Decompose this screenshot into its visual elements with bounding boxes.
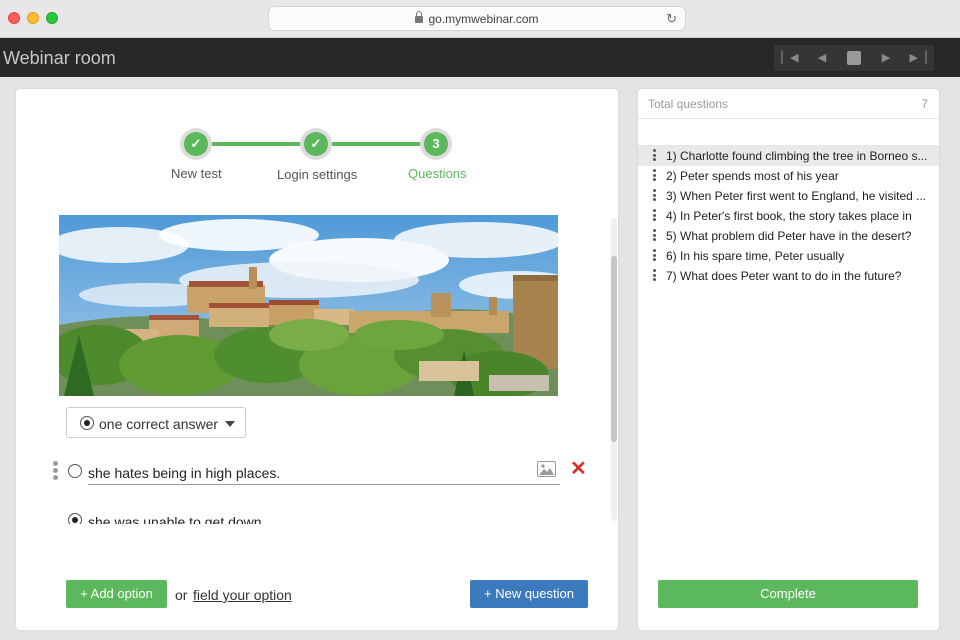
question-count: 7	[921, 97, 928, 111]
maximize-window-button[interactable]	[46, 12, 58, 24]
browser-toolbar: go.mymwebinar.com ↻	[0, 0, 960, 38]
stepper-connector	[332, 142, 422, 146]
chevron-down-icon	[225, 421, 235, 427]
question-list-item[interactable]: 3) When Peter first went to England, he …	[638, 186, 939, 206]
reload-icon[interactable]: ↻	[666, 11, 677, 27]
drag-handle-icon[interactable]	[653, 209, 657, 223]
stepper-connector	[212, 142, 302, 146]
question-image	[59, 215, 558, 396]
option-radio[interactable]	[68, 464, 82, 478]
close-window-button[interactable]	[8, 12, 20, 24]
drag-handle-icon[interactable]	[653, 229, 657, 243]
question-list-item[interactable]: 6) In his spare time, Peter usually	[638, 246, 939, 266]
field-your-option-link[interactable]: field your option	[193, 587, 292, 603]
drag-handle-icon[interactable]	[53, 461, 59, 482]
answer-type-select[interactable]: one correct answer	[66, 407, 246, 438]
or-text: or	[175, 587, 188, 603]
radio-icon	[80, 416, 94, 430]
step-label: Login settings	[277, 167, 358, 182]
skip-forward-icon[interactable]: ▶▕	[908, 49, 928, 67]
skip-back-icon[interactable]: ▏◀	[780, 49, 800, 67]
question-title: 6) In his spare time, Peter usually	[666, 249, 845, 263]
option-underline	[88, 484, 560, 485]
step-new-test[interactable]: ✓	[180, 128, 212, 160]
new-question-button[interactable]: + New question	[470, 580, 588, 608]
previous-icon[interactable]: ◀	[812, 49, 832, 67]
address-bar[interactable]: go.mymwebinar.com ↻	[268, 6, 686, 31]
question-title: 4) In Peter's first book, the story take…	[666, 209, 912, 223]
page-title: Webinar room	[3, 48, 116, 68]
question-list-item[interactable]: 7) What does Peter want to do in the fut…	[638, 266, 939, 286]
question-title: 2) Peter spends most of his year	[666, 169, 839, 183]
url-text: go.mymwebinar.com	[428, 12, 539, 26]
question-title: 5) What problem did Peter have in the de…	[666, 229, 912, 243]
next-icon[interactable]: ▶	[876, 49, 896, 67]
scroll-mask	[40, 524, 610, 544]
presentation-controls: ▏◀ ◀ ▶ ▶▕	[774, 45, 934, 71]
question-title: 3) When Peter first went to England, he …	[666, 189, 927, 203]
drag-handle-icon[interactable]	[653, 169, 657, 183]
drag-handle-icon[interactable]	[653, 149, 657, 163]
questions-sidebar: Total questions 7 1) Charlotte found cli…	[638, 89, 939, 630]
complete-button[interactable]: Complete	[658, 580, 918, 608]
question-list-item[interactable]: 4) In Peter's first book, the story take…	[638, 206, 939, 226]
close-icon[interactable]: ✕	[570, 459, 587, 479]
sidebar-title: Total questions	[648, 97, 729, 111]
sidebar-header: Total questions 7	[638, 89, 939, 119]
drag-handle-icon[interactable]	[653, 189, 657, 203]
option-text-input[interactable]: she hates being in high places.	[88, 465, 280, 481]
step-number: 3	[424, 132, 448, 156]
question-list-item[interactable]: 1) Charlotte found climbing the tree in …	[638, 146, 939, 166]
question-title: 7) What does Peter want to do in the fut…	[666, 269, 902, 283]
add-option-button[interactable]: + Add option	[66, 580, 167, 608]
step-questions[interactable]: 3	[420, 128, 452, 160]
step-label: Questions	[408, 166, 467, 181]
step-login-settings[interactable]: ✓	[300, 128, 332, 160]
minimize-window-button[interactable]	[27, 12, 39, 24]
check-icon: ✓	[184, 132, 208, 156]
editor-scrollbar-thumb[interactable]	[611, 256, 617, 442]
stop-icon[interactable]	[844, 49, 864, 67]
lock-icon	[415, 11, 424, 23]
question-title: 1) Charlotte found climbing the tree in …	[666, 149, 928, 163]
drag-handle-icon[interactable]	[653, 249, 657, 263]
image-icon[interactable]	[537, 461, 556, 477]
check-icon: ✓	[304, 132, 328, 156]
question-list-item[interactable]: 2) Peter spends most of his year	[638, 166, 939, 186]
question-list-item[interactable]: 5) What problem did Peter have in the de…	[638, 226, 939, 246]
drag-handle-icon[interactable]	[653, 269, 657, 283]
step-label: New test	[171, 166, 222, 181]
answer-type-label: one correct answer	[99, 416, 219, 432]
